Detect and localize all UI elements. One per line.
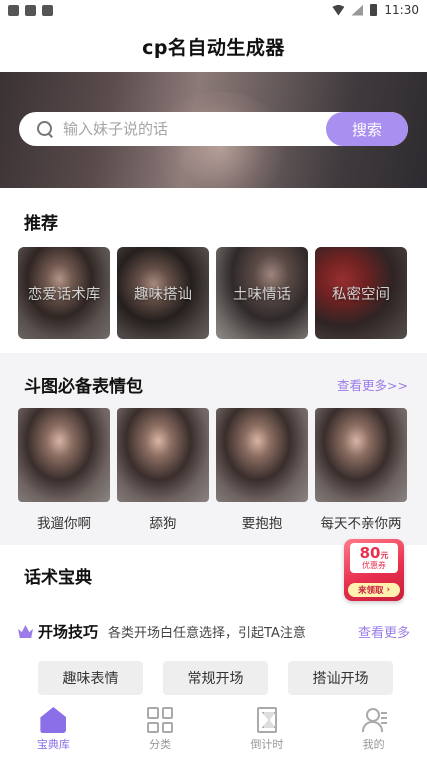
card-photo <box>315 247 407 339</box>
wifi-icon <box>332 4 345 16</box>
hourglass-icon <box>256 707 277 733</box>
home-icon <box>40 707 67 733</box>
emoji-grid: 我遛你啊 舔狗 要抱抱 每天不亲你两 <box>18 408 407 532</box>
emoji-label: 我遛你啊 <box>37 516 91 532</box>
bottom-tab-bar: 宝典库 分类 倒计时 我的 <box>0 704 427 759</box>
tab-label: 宝典库 <box>36 738 70 751</box>
card-label: 私密空间 <box>332 286 390 303</box>
opening-category-chips: 趣味表情 常规开场 搭讪开场 <box>38 661 393 695</box>
opening-tips-row: 开场技巧 各类开场白任意选择，引起TA注意 查看更多 <box>18 621 410 642</box>
search-input[interactable] <box>63 120 326 138</box>
search-button[interactable]: 搜索 <box>326 112 408 146</box>
tab-label: 倒计时 <box>250 738 284 751</box>
tab-countdown[interactable]: 倒计时 <box>227 704 307 759</box>
system-status: 11:30 <box>332 3 419 17</box>
page-title: cp名自动生成器 <box>142 36 285 59</box>
card-photo <box>117 247 209 339</box>
chip-pickup-opening[interactable]: 搭讪开场 <box>288 661 393 695</box>
chip-regular-opening[interactable]: 常规开场 <box>163 661 268 695</box>
emoji-label: 舔狗 <box>149 516 177 532</box>
emoji-more-link[interactable]: 查看更多>> <box>337 375 408 394</box>
emoji-label: 要抱抱 <box>241 516 283 532</box>
recommend-card-love-scripts[interactable]: 恋爱话术库 <box>18 247 110 339</box>
coupon-amount-box: 80元 优惠券 <box>350 543 398 573</box>
emoji-item[interactable]: 我遛你啊 <box>18 408 110 532</box>
coupon-claim-button[interactable]: 来领取 › <box>348 583 400 597</box>
coupon-subtitle: 优惠券 <box>362 560 386 570</box>
hero-banner: 搜索 <box>0 72 427 188</box>
tab-profile[interactable]: 我的 <box>334 704 414 759</box>
tips-section-title: 话术宝典 <box>24 568 92 588</box>
recommend-card-cheesy-lines[interactable]: 土味情话 <box>216 247 308 339</box>
app-notification-icon <box>8 4 19 16</box>
coupon-promo[interactable]: 80元 优惠券 来领取 › <box>340 537 406 603</box>
chip-fun-emoji[interactable]: 趣味表情 <box>38 661 143 695</box>
emoji-section-title: 斗图必备表情包 <box>24 377 143 397</box>
emoji-thumbnail <box>315 408 407 502</box>
tab-library[interactable]: 宝典库 <box>13 704 93 759</box>
notification-icons <box>8 4 53 16</box>
tab-label: 我的 <box>362 738 385 751</box>
recommend-card-private-space[interactable]: 私密空间 <box>315 247 407 339</box>
status-bar: 11:30 <box>0 0 427 20</box>
user-icon <box>361 707 387 733</box>
emoji-item[interactable]: 每天不亲你两 <box>315 408 407 532</box>
tab-categories[interactable]: 分类 <box>120 704 200 759</box>
battery-icon <box>370 4 378 16</box>
crown-icon <box>18 625 33 638</box>
recommend-grid: 恋爱话术库 趣味搭讪 土味情话 私密空间 <box>18 247 407 339</box>
app-bar: cp名自动生成器 <box>0 20 427 72</box>
emoji-item[interactable]: 舔狗 <box>117 408 209 532</box>
card-photo <box>216 247 308 339</box>
image-notification-icon <box>25 4 36 16</box>
card-label: 土味情话 <box>233 286 291 303</box>
search-bar: 搜索 <box>19 112 408 146</box>
emoji-thumbnail <box>216 408 308 502</box>
emoji-item[interactable]: 要抱抱 <box>216 408 308 532</box>
emoji-thumbnail <box>117 408 209 502</box>
card-label: 趣味搭讪 <box>134 286 192 303</box>
grid-icon <box>147 707 174 733</box>
recommend-card-fun-pickup[interactable]: 趣味搭讪 <box>117 247 209 339</box>
coupon-amount: 80元 <box>359 543 389 562</box>
emoji-thumbnail <box>18 408 110 502</box>
opening-tips-description: 各类开场白任意选择，引起TA注意 <box>108 626 306 641</box>
opening-tips-title: 开场技巧 <box>38 623 99 641</box>
card-label: 恋爱话术库 <box>27 286 101 303</box>
tab-label: 分类 <box>149 738 172 751</box>
card-photo <box>18 247 110 339</box>
search-icon <box>37 121 53 137</box>
emoji-label: 每天不亲你两 <box>320 516 402 532</box>
recommend-title: 推荐 <box>24 214 58 234</box>
signal-icon <box>351 4 364 16</box>
a-notification-icon <box>42 4 53 16</box>
status-time: 11:30 <box>384 3 419 17</box>
opening-tips-more-link[interactable]: 查看更多 <box>358 622 410 641</box>
